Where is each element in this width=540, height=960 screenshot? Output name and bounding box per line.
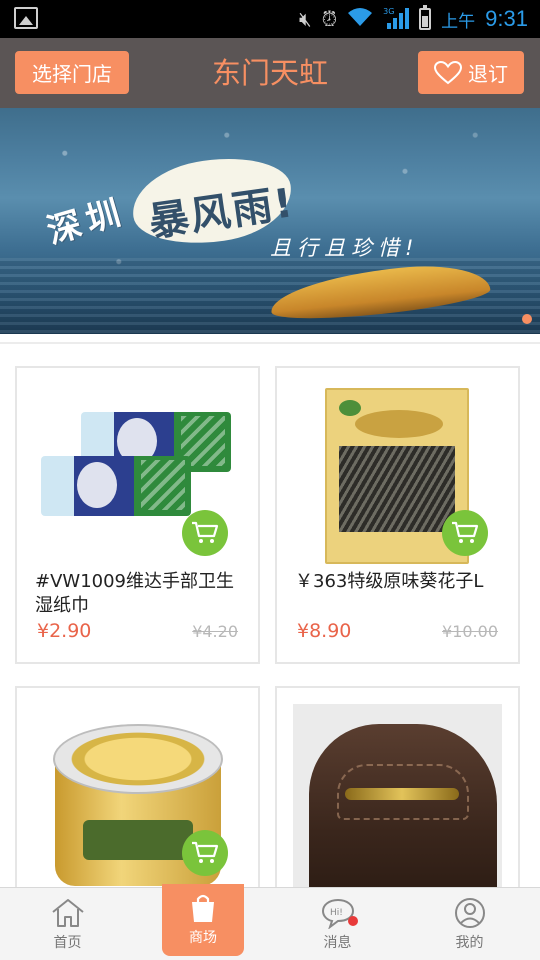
nav-label: 首页: [53, 935, 82, 951]
cart-icon: [452, 521, 479, 543]
product-price: ¥8.90: [297, 620, 352, 642]
product-card[interactable]: ￥363特级原味葵花子L ¥8.90 ¥10.00: [275, 366, 520, 664]
nav-item-home[interactable]: 首页: [0, 888, 135, 960]
profile-icon: [454, 898, 485, 928]
alarm-icon: ⏰︎: [321, 7, 338, 31]
nav-label: 我的: [455, 935, 484, 951]
product-name: ￥363特级原味葵花子L: [295, 571, 484, 592]
add-to-cart-button[interactable]: [442, 510, 488, 556]
svg-text:Hi!: Hi!: [330, 908, 343, 918]
product-card[interactable]: #VW1009维达手部卫生湿纸巾 ¥2.90 ¥4.20: [15, 366, 260, 664]
app-header: 选择门店 东门天虹 退订: [0, 38, 540, 108]
battery-icon: [419, 5, 432, 30]
nav-label: 消息: [323, 935, 352, 951]
product-original-price: ¥4.20: [192, 622, 238, 641]
unsubscribe-label: 退订: [468, 62, 508, 86]
cart-icon: [192, 841, 219, 863]
shopping-bag-icon: [192, 894, 214, 922]
mute-icon: 🔇︎: [298, 7, 312, 31]
product-original-price: ¥10.00: [442, 622, 498, 641]
select-store-button[interactable]: 选择门店: [15, 51, 129, 94]
product-price: ¥2.90: [37, 620, 92, 642]
product-name: #VW1009维达手部卫生湿纸巾: [35, 571, 235, 616]
page-title: 东门天虹: [211, 56, 328, 90]
divider: [0, 342, 540, 344]
status-icons: 🔇︎ ⏰︎ 3G 上午 9:31: [299, 0, 528, 38]
heart-icon: [434, 60, 462, 84]
bottom-nav: 首页 商场 Hi! 消息 我的: [0, 884, 540, 960]
status-bar: 🔇︎ ⏰︎ 3G 上午 9:31: [0, 0, 540, 38]
nav-item-messages[interactable]: Hi! 消息: [270, 888, 405, 960]
status-time: 9:31: [485, 6, 528, 31]
banner-page-indicator[interactable]: [522, 314, 532, 324]
banner-text-tagline: 且行且珍惜!: [270, 236, 420, 260]
select-store-label: 选择门店: [32, 62, 112, 86]
nav-item-mall[interactable]: 商场: [162, 884, 244, 956]
notification-dot: [348, 916, 358, 926]
cart-icon: [192, 521, 219, 543]
picture-notification-icon: [14, 7, 38, 29]
nav-item-me[interactable]: 我的: [402, 888, 537, 960]
product-image-leather-shoe: [293, 704, 502, 888]
signal-icon: 3G: [383, 7, 410, 31]
add-to-cart-button[interactable]: [182, 510, 228, 556]
promo-banner[interactable]: 深圳 暴风雨! 且行且珍惜!: [0, 108, 540, 334]
home-icon: [51, 899, 84, 927]
wifi-icon: [347, 7, 373, 32]
status-ampm: 上午: [441, 11, 476, 32]
unsubscribe-button[interactable]: 退订: [418, 51, 524, 94]
nav-label: 商场: [189, 930, 217, 946]
add-to-cart-button[interactable]: [182, 830, 228, 876]
